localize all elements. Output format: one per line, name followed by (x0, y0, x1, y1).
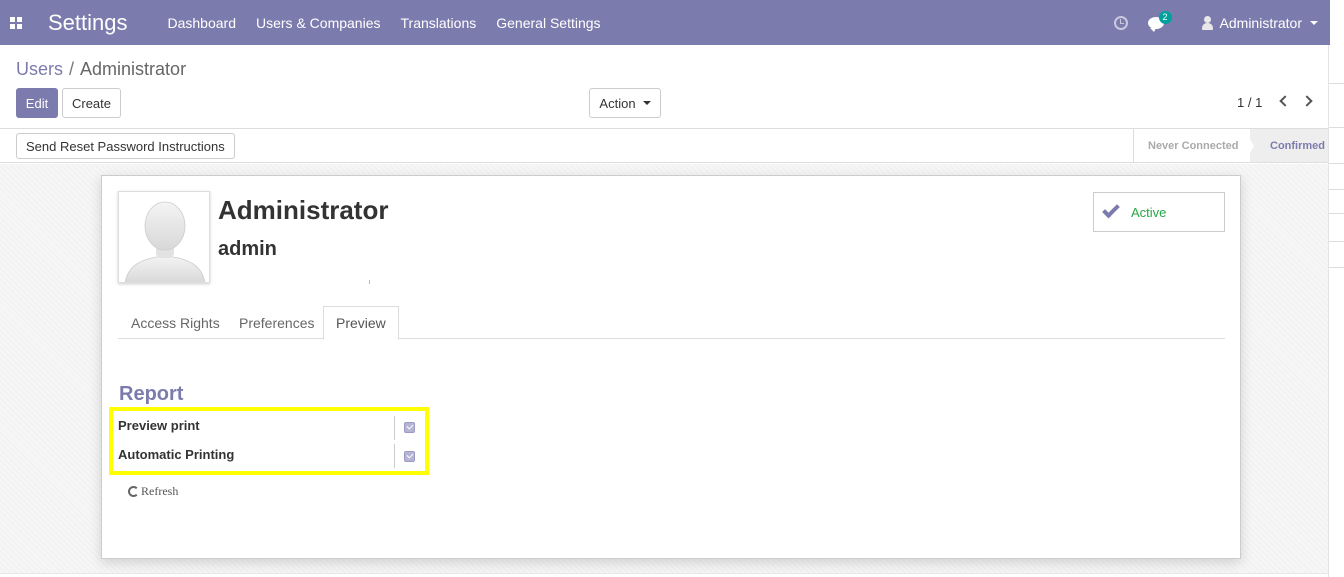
app-grid-icon[interactable] (0, 0, 32, 45)
field-separator (394, 444, 395, 468)
form-sheet: Administrator admin Active Access Rights… (101, 175, 1241, 559)
messages-chat-icon[interactable]: 2 (1147, 10, 1172, 32)
app-title[interactable]: Settings (48, 10, 128, 36)
refresh-label: Refresh (141, 484, 179, 498)
section-report-title: Report (119, 383, 184, 405)
menu-general-settings[interactable]: General Settings (496, 15, 600, 31)
user-avatar-icon[interactable] (1201, 15, 1213, 30)
refresh-link[interactable]: Refresh (128, 484, 178, 499)
stage-arrow-separator (1244, 129, 1254, 163)
footer-divider (0, 573, 1328, 574)
preview-print-checkbox[interactable] (404, 422, 415, 433)
active-label: Active (1131, 204, 1167, 220)
breadcrumb-current: Administrator (80, 59, 187, 79)
preview-print-label: Preview print (118, 418, 200, 433)
user-menu[interactable]: Administrator (1220, 15, 1302, 31)
chevron-left-icon[interactable] (1279, 95, 1291, 107)
top-navbar: Settings Dashboard Users & Companies Tra… (0, 0, 1330, 45)
pager-value[interactable]: 1 / 1 (1237, 95, 1262, 110)
create-button[interactable]: Create (62, 88, 121, 118)
menu-dashboard[interactable]: Dashboard (168, 15, 237, 31)
check-icon (1102, 200, 1120, 219)
refresh-icon (128, 486, 139, 497)
breadcrumb: Users / Administrator (16, 59, 186, 80)
active-toggle-button[interactable]: Active (1093, 192, 1225, 232)
caret-down-icon (642, 101, 651, 105)
edit-button[interactable]: Edit (16, 88, 58, 118)
user-name-title[interactable]: Administrator (218, 195, 388, 226)
form-statusbar: Send Reset Password Instructions Never C… (0, 128, 1328, 163)
breadcrumb-separator: / (69, 59, 75, 79)
messages-count-badge: 2 (1158, 10, 1172, 24)
breadcrumb-users-link[interactable]: Users (16, 59, 63, 79)
action-label: Action (599, 95, 636, 111)
stage-never-connected: Never Connected (1133, 129, 1250, 162)
action-dropdown[interactable]: Action (589, 88, 661, 118)
user-avatar-image[interactable] (118, 191, 210, 283)
stage-confirmed: Confirmed (1250, 129, 1328, 162)
activities-clock-icon[interactable] (1113, 15, 1128, 30)
tab-preferences[interactable]: Preferences (226, 306, 327, 339)
menu-translations[interactable]: Translations (401, 15, 477, 31)
avatar-placeholder-icon (119, 192, 209, 282)
automatic-printing-checkbox[interactable] (404, 451, 415, 462)
send-reset-password-button[interactable]: Send Reset Password Instructions (16, 133, 235, 159)
scrollbar[interactable] (1328, 45, 1344, 577)
automatic-printing-label: Automatic Printing (118, 447, 235, 462)
notebook-tabs: Access Rights Preferences Preview (118, 306, 1225, 340)
divider-mark (369, 280, 370, 284)
tab-preview[interactable]: Preview (323, 306, 399, 340)
field-separator (394, 416, 395, 440)
menu-users-companies[interactable]: Users & Companies (256, 15, 381, 31)
chevron-down-icon[interactable] (1310, 20, 1318, 25)
user-login[interactable]: admin (218, 238, 277, 261)
chevron-right-icon[interactable] (1301, 95, 1313, 107)
tab-access-rights[interactable]: Access Rights (118, 306, 233, 339)
